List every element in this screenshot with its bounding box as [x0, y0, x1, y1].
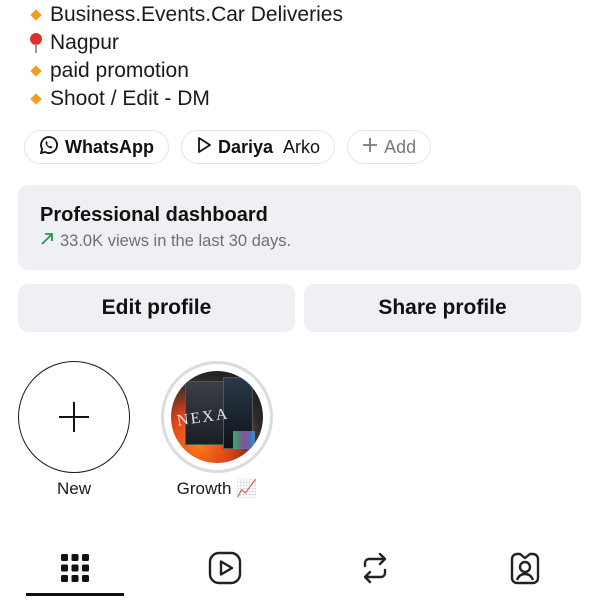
tagged-person-icon	[508, 551, 542, 585]
highlight-cover-image: NEXA	[171, 371, 263, 463]
add-chip-label: Add	[384, 136, 417, 157]
chip-label-rest: Arko	[283, 136, 321, 157]
bio-line: Business.Events.Car Deliveries	[26, 1, 343, 29]
orange-diamond-icon	[26, 9, 50, 21]
new-highlight-ring	[18, 361, 130, 473]
professional-dashboard-card[interactable]: Professional dashboard 33.0K views in th…	[18, 185, 581, 270]
repost-icon	[359, 551, 391, 585]
plus-icon	[59, 402, 89, 432]
profile-action-buttons: Edit profile Share profile	[18, 284, 581, 332]
tab-grid[interactable]	[0, 540, 150, 596]
new-highlight[interactable]: New	[17, 361, 131, 499]
bio-line-text: Business.Events.Car Deliveries	[50, 3, 343, 26]
bio-line: Shoot / Edit - DM	[26, 85, 343, 113]
bio-line: paid promotion	[26, 57, 343, 85]
tab-reels[interactable]	[150, 540, 300, 596]
add-link-chip[interactable]: Add	[347, 130, 432, 164]
whatsapp-chip[interactable]: WhatsApp	[24, 130, 169, 164]
bio-line-text: Nagpur	[50, 31, 119, 54]
chip-label-strong: Dariya	[218, 136, 274, 157]
share-profile-button[interactable]: Share profile	[304, 284, 581, 332]
reels-play-icon	[208, 551, 242, 585]
trending-up-arrow-icon	[40, 232, 54, 251]
dashboard-subtitle-text: 33.0K views in the last 30 days.	[60, 232, 292, 250]
bio-line: Nagpur	[26, 29, 343, 57]
dashboard-subtitle: 33.0K views in the last 30 days.	[40, 232, 559, 251]
tab-reposts[interactable]	[300, 540, 450, 596]
orange-diamond-icon	[26, 65, 50, 77]
orange-diamond-icon	[26, 93, 50, 105]
edit-profile-button[interactable]: Edit profile	[18, 284, 295, 332]
selected-tab-indicator	[26, 593, 124, 596]
growth-highlight[interactable]: NEXA Growth 📈	[160, 361, 274, 499]
grid-icon	[60, 553, 90, 583]
play-icon	[196, 136, 212, 159]
highlight-label: Growth 📈	[176, 479, 258, 498]
highlight-label: New	[56, 479, 91, 498]
whatsapp-chip-label: WhatsApp	[65, 136, 154, 157]
plus-icon	[362, 137, 378, 158]
tab-tagged[interactable]	[450, 540, 600, 596]
profile-content-tabs	[0, 540, 600, 600]
profile-bio: Business.Events.Car Deliveries Nagpur pa…	[26, 0, 343, 113]
round-pushpin-icon	[26, 32, 50, 54]
bio-line-text: Shoot / Edit - DM	[50, 87, 210, 110]
bio-line-text: paid promotion	[50, 59, 189, 82]
profile-link-chips: WhatsApp Dariya Arko Add	[24, 130, 432, 164]
dashboard-title: Professional dashboard	[40, 204, 268, 226]
dariya-arko-chip[interactable]: Dariya Arko	[181, 130, 336, 164]
highlight-ring: NEXA	[161, 361, 273, 473]
whatsapp-icon	[39, 135, 59, 160]
